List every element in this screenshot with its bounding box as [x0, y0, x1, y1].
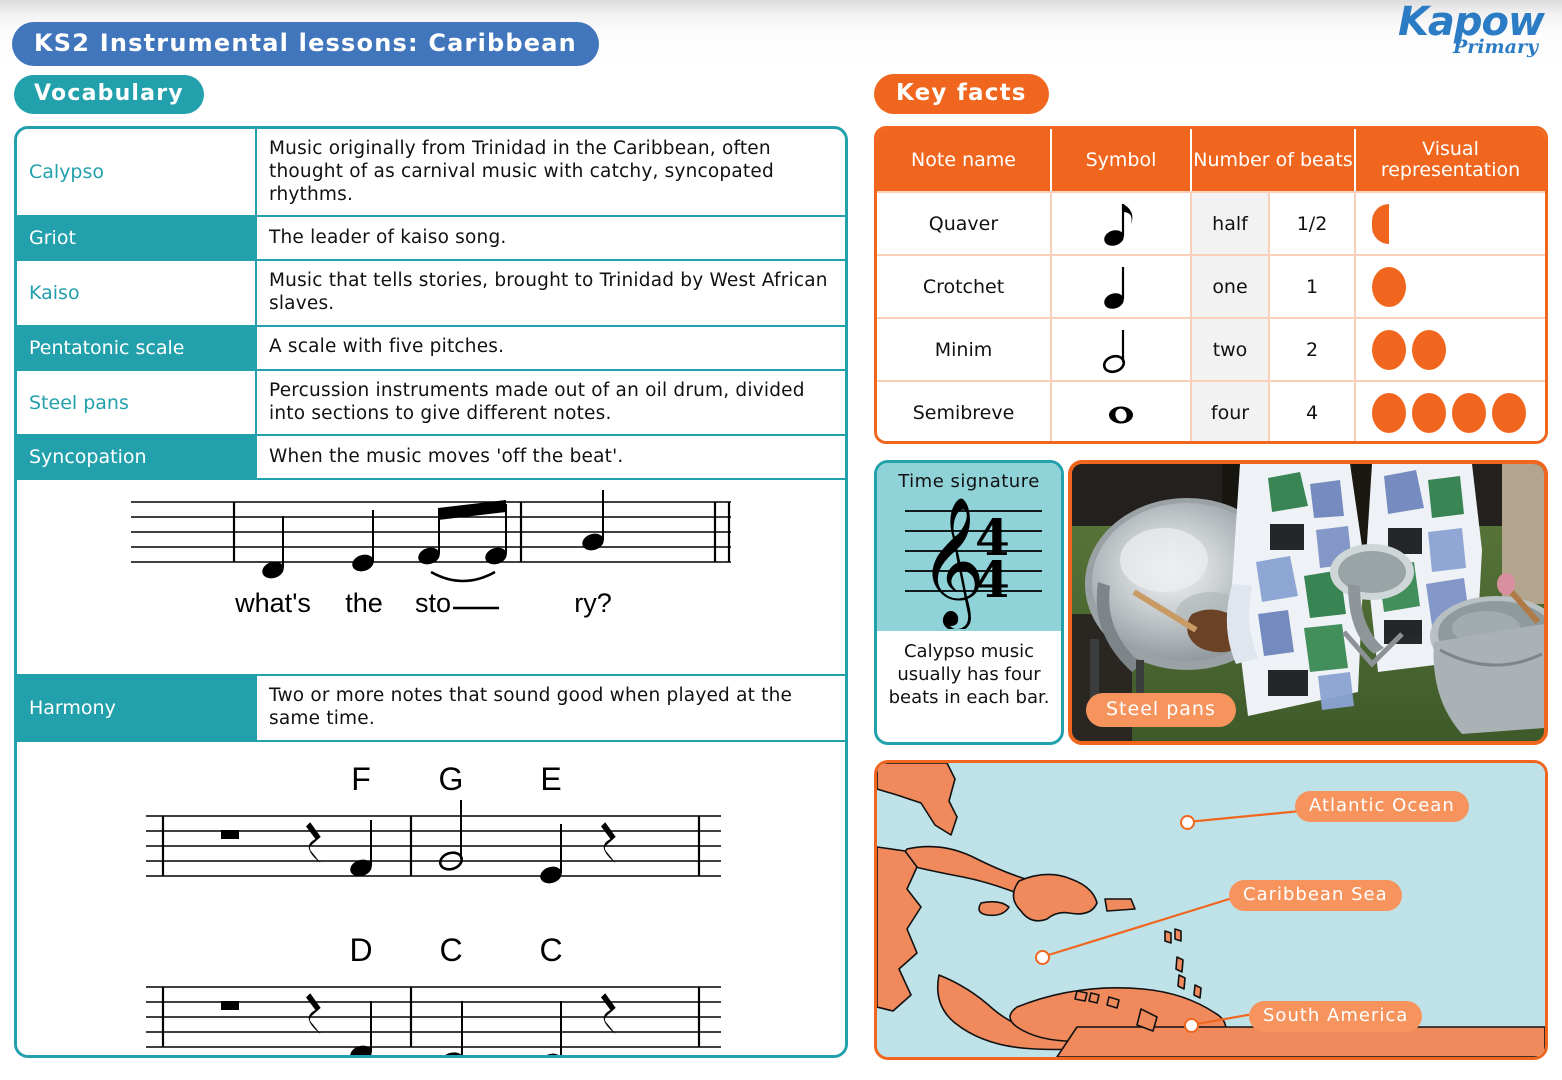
kapow-primary-logo: Kapow Primary [1374, 0, 1545, 66]
chord-letter: G [439, 761, 464, 797]
table-row: Kaiso Music that tells stories, brought … [17, 261, 845, 327]
beat-dot [1372, 392, 1406, 433]
note-name-cell: Minim [877, 319, 1052, 380]
logo-wordmark: Kapow [1397, 0, 1545, 45]
chord-letter: E [540, 761, 561, 797]
vocab-term: Harmony [17, 676, 257, 740]
caribbean-map: Atlantic Ocean Caribbean Sea South Ameri… [874, 760, 1548, 1060]
lyric-word: ry? [574, 588, 612, 618]
table-row: Syncopation When the music moves 'off th… [17, 436, 845, 481]
lyric-music-stave: what's the sto ry? [131, 490, 731, 618]
note-name-cell: Crotchet [877, 256, 1052, 317]
note-name-cell: Semibreve [877, 382, 1052, 441]
table-row: Crotchet one 1 [877, 254, 1545, 317]
column-header-visual-representation: Visual representation [1380, 138, 1521, 181]
lyric-word: sto [415, 588, 451, 618]
beats-number-cell: 1/2 [1270, 193, 1356, 254]
beat-dot [1452, 392, 1486, 433]
table-header-row: Note name Symbol Number of beats Visual … [877, 129, 1545, 191]
column-header-note-name: Note name [877, 129, 1052, 191]
beat-dot [1412, 329, 1446, 370]
vocabulary-panel: Calypso Music originally from Trinidad i… [14, 126, 848, 1058]
vocabulary-section-heading: Vocabulary [14, 75, 204, 114]
visual-representation-cell [1356, 193, 1545, 254]
semibreve-note-icon [1052, 382, 1192, 441]
table-row: Calypso Music originally from Trinidad i… [17, 129, 845, 218]
table-row: Harmony Two or more notes that sound goo… [17, 676, 845, 742]
table-row: Griot The leader of kaiso song. [17, 217, 845, 262]
beats-number-cell: 4 [1270, 382, 1356, 441]
beat-dot [1492, 392, 1526, 433]
time-signature-bottom-number: 4 [975, 550, 1010, 609]
vocab-definition: Music originally from Trinidad in the Ca… [269, 138, 774, 205]
knowledge-organizer-page: KS2 Instrumental lessons: Caribbean Voca… [0, 0, 1562, 1080]
beats-word-cell: half [1192, 193, 1270, 254]
visual-representation-cell [1356, 256, 1545, 317]
steel-pans-photo: Steel pans [1068, 460, 1548, 745]
vocab-definition: Percussion instruments made out of an oi… [269, 379, 805, 424]
key-facts-section-heading: Key facts [874, 74, 1049, 114]
table-row: Pentatonic scale A scale with five pitch… [17, 326, 845, 371]
harmony-music-stave-2: D C C [146, 932, 721, 1055]
beat-dot [1412, 392, 1446, 433]
note-name-cell: Quaver [877, 193, 1052, 254]
vocab-term: Syncopation [17, 436, 257, 479]
vocab-term: Pentatonic scale [17, 326, 257, 369]
photo-caption: Steel pans [1086, 693, 1236, 727]
beats-number-cell: 1 [1270, 256, 1356, 317]
map-marker-south-america [1184, 1018, 1199, 1033]
vocab-term: Griot [17, 217, 257, 260]
table-row: Steel pans Percussion instruments made o… [17, 370, 845, 437]
table-row: Semibreve four 4 [877, 380, 1545, 441]
beat-dot [1372, 329, 1406, 370]
beats-word-cell: two [1192, 319, 1270, 380]
map-label-south-america: South America [1249, 1001, 1423, 1032]
minim-note-icon [1052, 319, 1192, 380]
key-facts-table: Note name Symbol Number of beats Visual … [874, 126, 1548, 444]
vocab-definition: When the music moves 'off the beat'. [257, 436, 845, 479]
table-row: Minim two 2 [877, 317, 1545, 380]
beat-dot [1372, 266, 1406, 307]
time-signature-card: Time signature 𝄞 4 4 Calypso music usual… [874, 460, 1064, 745]
lyric-stave-block: what's the sto ry? [17, 480, 845, 677]
vocab-term: Kaiso [17, 261, 257, 325]
vocab-term: Calypso [17, 129, 257, 216]
harmony-music-stave-1: F G E [146, 761, 721, 884]
map-label-caribbean-sea: Caribbean Sea [1229, 880, 1402, 911]
quaver-note-icon [1052, 193, 1192, 254]
harmony-staves-block: F G E D C C [17, 741, 845, 1055]
chord-letter: C [439, 932, 462, 968]
vocab-definition: Music that tells stories, brought to Tri… [269, 270, 828, 314]
vocab-definition: Two or more notes that sound good when p… [257, 676, 845, 740]
chord-letter: C [539, 932, 562, 968]
lyric-word: the [345, 588, 383, 618]
map-marker-atlantic-ocean [1180, 815, 1195, 830]
visual-representation-cell [1356, 382, 1545, 441]
chord-letter: D [349, 932, 372, 968]
vocab-definition: The leader of kaiso song. [257, 217, 845, 260]
vocab-definition: A scale with five pitches. [257, 326, 845, 369]
beat-dot-half [1372, 203, 1389, 244]
map-marker-caribbean-sea [1035, 950, 1050, 965]
vocab-term: Steel pans [17, 370, 257, 435]
column-header-symbol: Symbol [1052, 129, 1192, 191]
beats-number-cell: 2 [1270, 319, 1356, 380]
map-label-atlantic-ocean: Atlantic Ocean [1295, 791, 1469, 822]
page-title: KS2 Instrumental lessons: Caribbean [12, 22, 599, 66]
table-row: Quaver half 1/2 [877, 191, 1545, 254]
beats-word-cell: one [1192, 256, 1270, 317]
column-header-number-of-beats: Number of beats [1192, 129, 1356, 191]
treble-clef-icon: 𝄞 4 4 [905, 496, 1042, 629]
chord-letter: F [351, 761, 371, 797]
lyric-word: what's [234, 588, 311, 618]
time-signature-caption: Calypso music usually has four beats in … [888, 641, 1050, 709]
beats-word-cell: four [1192, 382, 1270, 441]
visual-representation-cell [1356, 319, 1545, 380]
crotchet-note-icon [1052, 256, 1192, 317]
time-signature-stave: Time signature 𝄞 4 4 [877, 463, 1061, 631]
